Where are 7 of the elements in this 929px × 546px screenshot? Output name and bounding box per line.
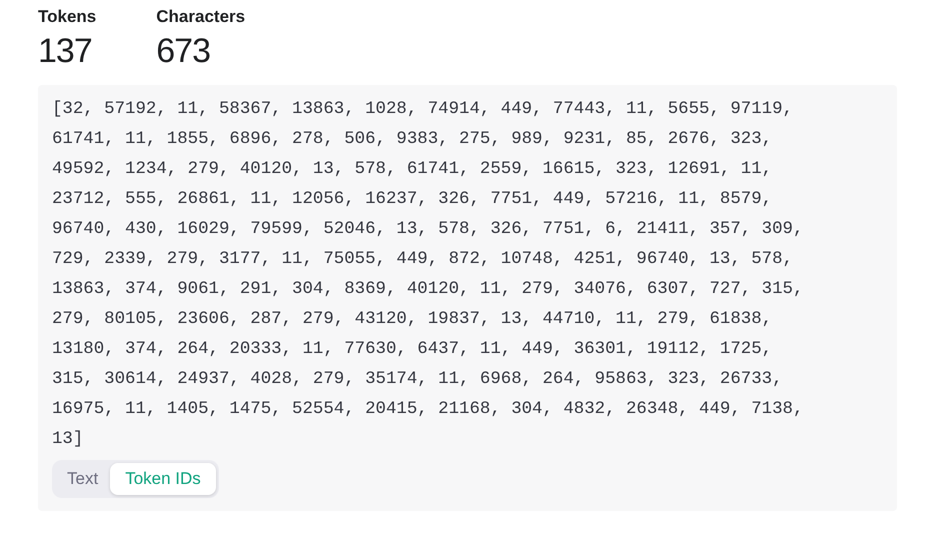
stat-label: Tokens <box>38 6 96 28</box>
stat-value: 137 <box>38 31 93 72</box>
view-tab[interactable]: Text <box>55 463 110 495</box>
stat-label: Characters <box>156 6 246 28</box>
token-ids-text: [32, 57192, 11, 58367, 13863, 1028, 74914, 449, 77443, 11, 5655, 97119, 61741, 11, 1855, 6896, 278, 506, 9383, 275, 989, 9231, 85, 2676, 323, 49592, 1234, 279, 40120, 13, 578, 61741, 2559, 16615, 323, 12691, 11, 23712, 555, 26861, 11, 12056, 16237, 326, 7751, 449, 57216, 11, 8579, 96740, 430, 16029, 79599, 52046, 13, 578, 326, 7751, 6, 21411, 357, 309, 729, 2339, 279, 3177, 11, 75055, 449, 872, 10748, 4251, 96740, 13, 578, 13863, 374, 9061, 291, 304, 8369, 40120, 11, 279, 34076, 6307, 727, 315, 279, 80105, 23606, 287, 279, 43120, 19837, 13, 44710, 11, 279, 61838, 13180, 374, 264, 20333, 11, 77630, 6437, 11, 449, 36301, 19112, 1725, 315, 30614, 24937, 4028, 279, 35174, 11, 6968, 264, 95863, 323, 26733, 16975, 11, 1405, 1475, 52554, 20415, 21168, 304, 4832, 26348, 449, 7138, 13] <box>52 99 804 451</box>
stat-value: 673 <box>156 31 211 72</box>
view-tab[interactable]: Token IDs <box>110 463 216 495</box>
